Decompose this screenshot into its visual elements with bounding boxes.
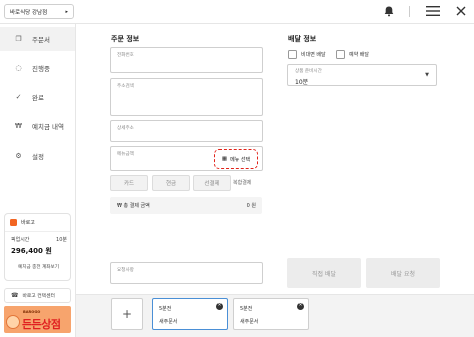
card-brand: 바로고 xyxy=(21,220,35,226)
sidebar-item-deposit-history[interactable]: ₩ 예치금 내역 xyxy=(0,114,75,138)
add-order-button[interactable]: + xyxy=(111,298,143,330)
split-payment-link[interactable]: 복합결제 xyxy=(233,179,251,186)
pickup-time-row: 픽업시간 10분 xyxy=(11,236,67,243)
menu-grid-icon: ▦ xyxy=(221,156,228,162)
menu-select-button[interactable]: ▦ 메뉴 선택 xyxy=(214,149,258,169)
card-payment-label: 카드 xyxy=(123,181,135,187)
sidebar-item-completed[interactable]: ✓ 완료 xyxy=(0,85,75,109)
barogo-logo xyxy=(10,219,17,226)
sidebar-item-label: 완료 xyxy=(32,94,44,102)
sidebar-item-label: 예치금 내역 xyxy=(32,123,64,131)
promo-banner[interactable]: BAROGO 든든상점 xyxy=(4,306,71,333)
contact-center-button[interactable]: ☎ 바로고 컨택센터 xyxy=(4,288,71,303)
contactless-checkbox[interactable]: 비대면 배달 xyxy=(288,50,326,59)
topbar-divider xyxy=(409,6,410,17)
won-icon: ₩ xyxy=(15,122,22,130)
close-circle-icon[interactable]: ✕ xyxy=(216,303,223,310)
checkbox-box xyxy=(336,50,345,59)
sidebar-item-label: 진행중 xyxy=(32,65,50,73)
order-info-title: 주문 정보 xyxy=(111,35,140,43)
direct-delivery-button[interactable]: 직접 배달 xyxy=(287,258,361,288)
direct-delivery-label: 직접 배달 xyxy=(312,270,336,278)
order-time: 5분전 xyxy=(240,306,253,312)
store-name: 바로식당 강남점 xyxy=(10,9,48,16)
deposit-account-link[interactable]: 예치금 충전 계좌보기 xyxy=(10,264,67,270)
top-bar: 바로식당 강남점 ▸ xyxy=(0,0,474,24)
sidebar-item-in-progress[interactable]: ◌ 진행중 xyxy=(0,56,75,80)
request-notes-placeholder: 요청사항 xyxy=(117,268,134,273)
bell-icon[interactable] xyxy=(383,5,395,17)
phone-icon: ☎ xyxy=(11,292,19,299)
check-icon: ✓ xyxy=(15,93,22,101)
sidebar-item-label: 설정 xyxy=(32,153,44,161)
request-notes-field[interactable]: 요청사항 xyxy=(110,262,263,284)
total-amount-bar: ₩ 총 결제 금액 0 원 xyxy=(110,197,262,214)
reserve-label: 예약 배달 xyxy=(349,52,369,58)
progress-circle-icon: ◌ xyxy=(15,64,22,72)
close-icon[interactable] xyxy=(455,5,467,17)
total-amount-label: ₩ 총 결제 금액 xyxy=(117,203,150,209)
plus-icon: + xyxy=(121,307,133,321)
banner-title: 든든상점 xyxy=(22,318,61,331)
delivery-info-title: 배달 정보 xyxy=(288,35,317,43)
prep-time-value: 10분 xyxy=(295,79,309,86)
close-circle-icon[interactable]: ✕ xyxy=(297,303,304,310)
card-header: 바로고 xyxy=(10,219,35,226)
mascot-image xyxy=(6,315,20,329)
order-time: 5분전 xyxy=(159,306,172,312)
cash-payment-button[interactable]: 현금 xyxy=(152,175,190,191)
address-search-field[interactable]: 주소검색 xyxy=(110,78,263,116)
order-tab-2[interactable]: 5분전 새주문서 ✕ xyxy=(233,298,309,330)
gear-icon: ⚙ xyxy=(15,152,22,160)
contactless-label: 비대면 배달 xyxy=(301,52,326,58)
prepaid-payment-button[interactable]: 선결제 xyxy=(193,175,231,191)
contact-center-label: 바로고 컨택센터 xyxy=(22,294,55,299)
pickup-time-label: 픽업시간 xyxy=(11,237,30,243)
reserve-checkbox[interactable]: 예약 배달 xyxy=(336,50,369,59)
store-selector[interactable]: 바로식당 강남점 ▸ xyxy=(4,4,74,19)
order-status: 새주문서 xyxy=(159,319,178,325)
prepaid-payment-label: 선결제 xyxy=(204,181,220,187)
sidebar-item-settings[interactable]: ⚙ 설정 xyxy=(0,144,75,168)
address-placeholder: 주소검색 xyxy=(117,84,134,89)
copy-icon: ❐ xyxy=(15,35,22,43)
prep-time-select[interactable]: 상품 준비시간 10분 ▼ xyxy=(287,64,437,86)
chevron-right-icon: ▸ xyxy=(65,8,68,15)
delivery-request-button[interactable]: 배달 요청 xyxy=(366,258,440,288)
menu-icon[interactable] xyxy=(426,6,440,16)
prep-time-label: 상품 준비시간 xyxy=(295,69,322,74)
banner-brand: BAROGO xyxy=(23,310,41,314)
delivery-request-label: 배달 요청 xyxy=(391,270,415,278)
cash-payment-label: 현금 xyxy=(165,181,177,187)
menu-select-label: 메뉴 선택 xyxy=(230,156,251,163)
deposit-amount: 296,400 원 xyxy=(11,247,52,255)
order-tab-1[interactable]: 5분전 새주문서 ✕ xyxy=(152,298,228,330)
card-payment-button[interactable]: 카드 xyxy=(110,175,148,191)
phone-field[interactable]: 전화번호 xyxy=(110,47,263,73)
menu-amount-placeholder: 메뉴금액 xyxy=(117,152,134,157)
detail-address-placeholder: 상세주소 xyxy=(117,126,134,131)
sidebar-item-label: 주문서 xyxy=(32,36,50,44)
sidebar-item-order-form[interactable]: ❐ 주문서 xyxy=(0,27,75,51)
account-card: 바로고 픽업시간 10분 296,400 원 예치금 충전 계좌보기 xyxy=(4,213,71,281)
card-divider xyxy=(5,231,70,232)
checkbox-box xyxy=(288,50,297,59)
pickup-time-value: 10분 xyxy=(56,237,67,243)
chevron-down-icon: ▼ xyxy=(425,72,429,78)
order-status: 새주문서 xyxy=(240,319,259,325)
total-amount-value: 0 원 xyxy=(246,203,256,209)
phone-placeholder: 전화번호 xyxy=(117,53,134,58)
detail-address-field[interactable]: 상세주소 xyxy=(110,120,263,142)
